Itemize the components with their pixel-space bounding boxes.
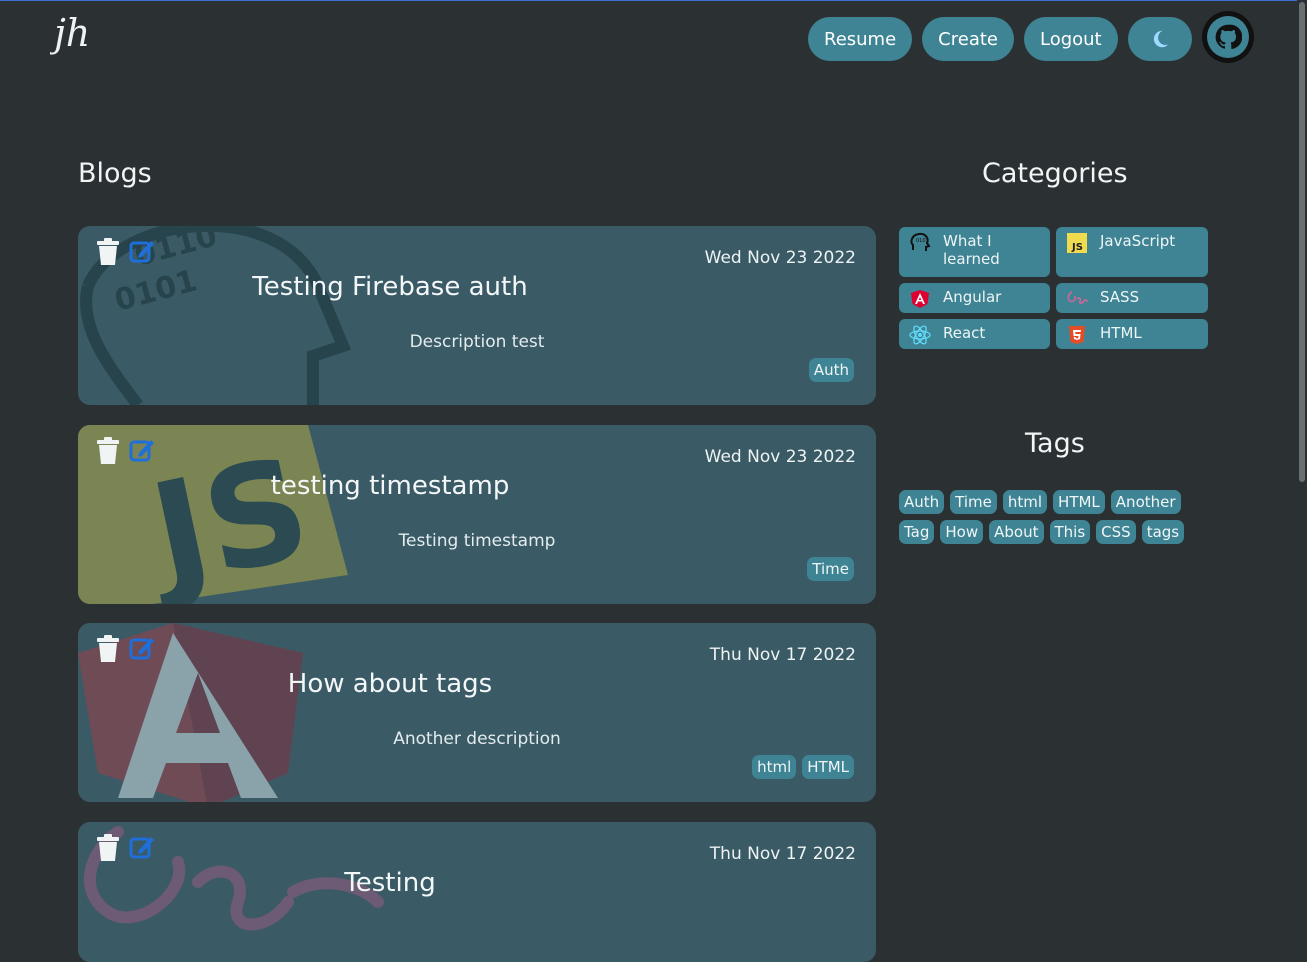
trash-icon[interactable]: [96, 437, 120, 465]
card-actions: [96, 238, 155, 266]
categories-heading: Categories: [982, 158, 1128, 189]
post-title[interactable]: Testing: [78, 868, 702, 898]
tag-item[interactable]: How: [940, 520, 984, 544]
github-icon: [1215, 24, 1242, 50]
svg-text:010: 010: [916, 238, 926, 244]
react-icon: [909, 325, 931, 345]
tag-item[interactable]: This: [1049, 520, 1091, 544]
resume-button[interactable]: Resume: [808, 17, 913, 61]
moon-icon: [1153, 30, 1168, 48]
trash-icon[interactable]: [96, 238, 120, 266]
edit-icon[interactable]: [129, 635, 155, 661]
post-date: Thu Nov 17 2022: [709, 844, 856, 864]
top-nav: Resume Create Logout: [808, 11, 1254, 63]
post-title[interactable]: How about tags: [78, 669, 702, 699]
edit-icon[interactable]: [129, 834, 155, 860]
post-description: Description test: [409, 332, 545, 352]
edit-icon[interactable]: [129, 238, 155, 264]
create-button[interactable]: Create: [922, 17, 1014, 61]
post-tag[interactable]: Auth: [808, 358, 854, 382]
category-label: Angular: [943, 288, 1002, 306]
categories-grid: 010 What I learned JS JavaScript Angular: [899, 227, 1209, 349]
category-label: JavaScript: [1100, 232, 1176, 250]
tag-item[interactable]: html: [1002, 490, 1048, 514]
post-tags: Auth: [808, 358, 854, 382]
tag-item[interactable]: Another: [1110, 490, 1181, 514]
html5-icon: [1069, 326, 1085, 344]
category-label: React: [943, 324, 986, 342]
post-date: Wed Nov 23 2022: [704, 248, 856, 268]
category-label: HTML: [1100, 324, 1142, 342]
trash-icon[interactable]: [96, 834, 120, 862]
category-label: SASS: [1100, 288, 1140, 306]
tag-item[interactable]: tags: [1141, 520, 1185, 544]
post-tag[interactable]: Time: [807, 557, 854, 581]
category-sass[interactable]: SASS: [1056, 283, 1208, 313]
post-title[interactable]: testing timestamp: [78, 471, 702, 501]
theme-toggle-button[interactable]: [1127, 17, 1192, 61]
site-logo[interactable]: jh: [50, 10, 114, 58]
category-html[interactable]: HTML: [1056, 319, 1208, 349]
scrollbar-thumb[interactable]: [1299, 2, 1305, 482]
post-description: Another description: [393, 729, 561, 749]
post-date: Wed Nov 23 2022: [704, 447, 856, 467]
trash-icon[interactable]: [96, 635, 120, 663]
category-label: What I learned: [943, 232, 1000, 268]
github-link[interactable]: [1201, 11, 1254, 63]
logo-text: jh: [50, 11, 90, 55]
category-angular[interactable]: Angular: [899, 283, 1050, 313]
card-actions: [96, 834, 155, 862]
blog-card[interactable]: JS Wed Nov 23 2022 testing timestamp Tes…: [78, 425, 876, 604]
post-tags: Time: [807, 557, 854, 581]
tag-item[interactable]: Tag: [899, 520, 935, 544]
card-actions: [96, 635, 155, 663]
blog-card[interactable]: Thu Nov 17 2022 Testing: [78, 822, 876, 962]
tag-item[interactable]: HTML: [1053, 490, 1105, 514]
category-react[interactable]: React: [899, 319, 1050, 349]
tag-cloud: Auth Time html HTML Another Tag How Abou…: [899, 490, 1219, 544]
brain-head-icon: 010: [910, 232, 931, 251]
post-tag[interactable]: HTML: [802, 755, 854, 779]
tag-item[interactable]: CSS: [1096, 520, 1136, 544]
scrollbar[interactable]: [1297, 0, 1307, 923]
tags-heading: Tags: [1025, 428, 1085, 459]
tag-item[interactable]: About: [989, 520, 1044, 544]
post-tag[interactable]: html: [752, 755, 797, 779]
edit-icon[interactable]: [129, 437, 155, 463]
card-actions: [96, 437, 155, 465]
post-description: Testing timestamp: [398, 531, 556, 551]
logout-button[interactable]: Logout: [1023, 17, 1118, 61]
post-date: Thu Nov 17 2022: [709, 645, 856, 665]
category-what-i-learned[interactable]: 010 What I learned: [899, 227, 1050, 277]
sass-icon: [1067, 291, 1088, 305]
post-title[interactable]: Testing Firebase auth: [78, 272, 702, 302]
javascript-icon: JS: [1067, 233, 1087, 253]
blogs-heading: Blogs: [78, 158, 152, 189]
tag-item[interactable]: Auth: [899, 490, 945, 514]
svg-text:JS: JS: [1071, 242, 1083, 253]
category-javascript[interactable]: JS JavaScript: [1056, 227, 1208, 277]
tag-item[interactable]: Time: [950, 490, 997, 514]
blog-card[interactable]: 0110 0101 Wed Nov 23 2022 Testing Fireba…: [78, 226, 876, 405]
angular-icon: [911, 290, 929, 308]
post-tags: html HTML: [752, 755, 854, 779]
blog-card[interactable]: Thu Nov 17 2022 How about tags Another d…: [78, 623, 876, 802]
top-accent-line: [0, 0, 1307, 1]
